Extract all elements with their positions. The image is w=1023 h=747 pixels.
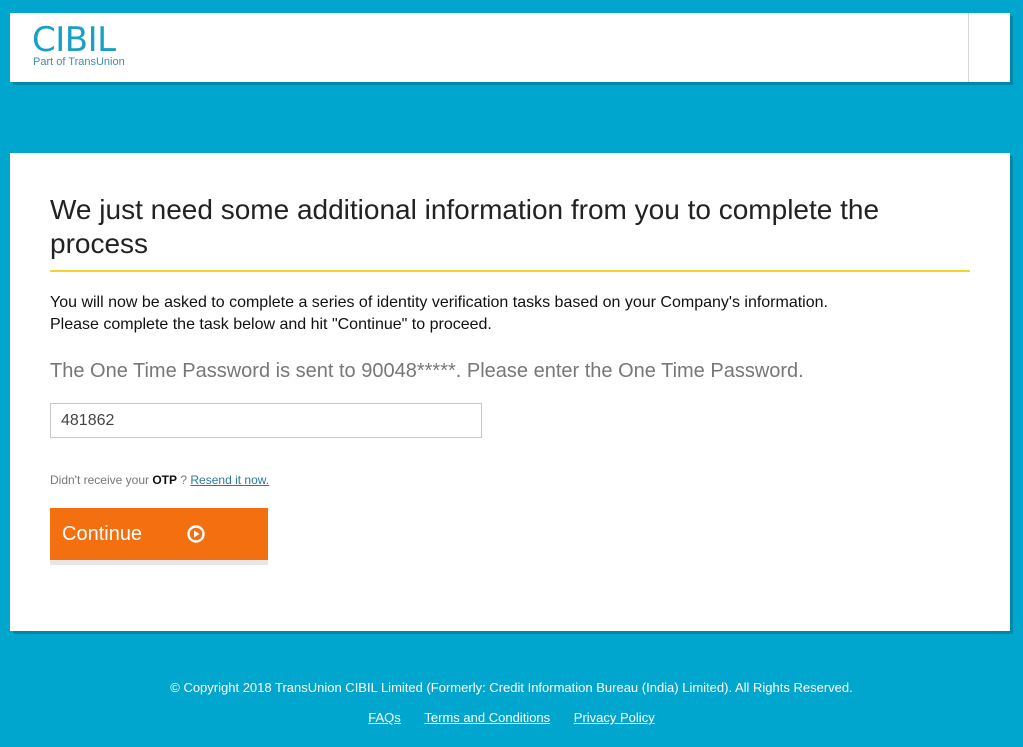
footer-links: FAQs Terms and Conditions Privacy Policy xyxy=(0,710,1023,725)
logo-text: CIBIL xyxy=(32,20,116,60)
resend-otp-text: Didn't receive your OTP ? Resend it now. xyxy=(50,473,269,487)
resend-otp-word: OTP xyxy=(152,473,178,487)
copyright-text: © Copyright 2018 TransUnion CIBIL Limite… xyxy=(170,680,853,695)
footer: © Copyright 2018 TransUnion CIBIL Limite… xyxy=(0,680,1023,725)
play-circle-icon xyxy=(187,525,205,543)
resend-otp-link[interactable]: Resend it now. xyxy=(190,473,269,487)
logo-subtitle: Part of TransUnion xyxy=(33,56,125,68)
intro-line-1: You will now be asked to complete a seri… xyxy=(50,294,828,311)
continue-button[interactable]: Continue xyxy=(50,508,268,560)
title-divider xyxy=(50,270,970,272)
header-bar: CIBIL Part of TransUnion xyxy=(10,13,1010,82)
privacy-policy-link[interactable]: Privacy Policy xyxy=(574,710,655,725)
otp-message: The One Time Password is sent to 90048**… xyxy=(50,360,804,382)
cibil-logo[interactable]: CIBIL Part of TransUnion xyxy=(32,23,125,68)
continue-label: Continue xyxy=(62,522,143,545)
faqs-link[interactable]: FAQs xyxy=(368,710,401,725)
page-title: We just need some additional information… xyxy=(50,194,880,259)
terms-link[interactable]: Terms and Conditions xyxy=(424,710,550,725)
resend-prefix: Didn't receive your xyxy=(50,473,149,487)
resend-question: ? xyxy=(180,473,188,487)
verification-card: We just need some additional information… xyxy=(10,153,1010,631)
intro-text: You will now be asked to complete a seri… xyxy=(50,292,970,336)
header-divider xyxy=(968,13,969,82)
intro-line-2: Please complete the task below and hit "… xyxy=(50,316,492,333)
otp-input[interactable] xyxy=(50,403,482,438)
